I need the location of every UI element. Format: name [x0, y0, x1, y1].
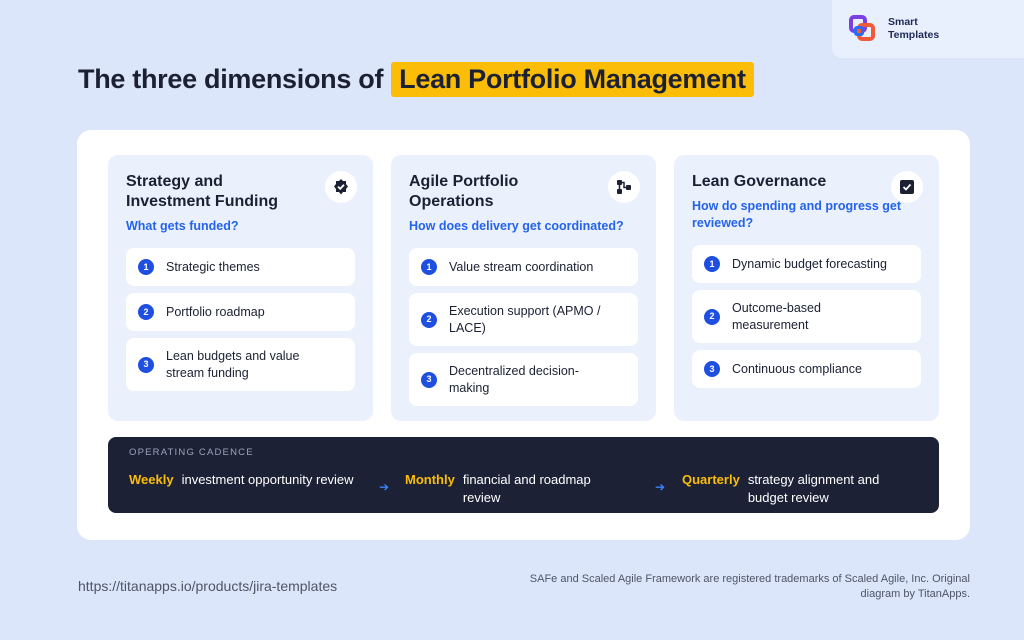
item-number: 2 — [704, 308, 720, 325]
column-title: Lean Governance — [692, 173, 827, 190]
column-agile-operations: Agile Portfolio Operations How does deli… — [391, 155, 656, 421]
item-list: 1 Dynamic budget forecasting 2 Outcome-b… — [692, 245, 921, 395]
cadence-label: OPERATING CADENCE — [129, 447, 254, 458]
item-text: Outcome-based measurement — [732, 300, 821, 332]
footer-url: https://titanapps.io/products/jira-templ… — [78, 578, 338, 594]
diagram-card: Strategy and Investment Funding What get… — [77, 130, 970, 540]
column-question: How do spending and progress get reviewe… — [692, 199, 902, 230]
item-text: Continuous compliance — [732, 361, 862, 376]
item-text: Execution support (APMO / LACE) — [449, 303, 601, 335]
list-item: 3 Decentralized decision-making — [409, 353, 638, 406]
title-highlight: Lean Portfolio Management — [391, 61, 754, 97]
column-lean-governance: Lean Governance How do spending and prog… — [674, 155, 939, 421]
column-title: Agile Portfolio Operations — [409, 173, 519, 210]
item-number: 3 — [704, 361, 720, 377]
page-title: The three dimensions of Lean Portfolio M… — [78, 60, 754, 98]
list-item: 1 Value stream coordination — [409, 248, 638, 286]
list-item: 2 Execution support (APMO / LACE) — [409, 293, 638, 346]
brand-name: Smart Templates — [888, 16, 939, 42]
item-text: Portfolio roadmap — [166, 304, 265, 319]
item-text: Value stream coordination — [449, 259, 594, 274]
cadence-key: Quarterly — [682, 472, 740, 487]
title-prefix: The three dimensions of — [78, 63, 384, 94]
arrow-right-icon: ➔ — [655, 480, 666, 494]
list-item: 3 Lean budgets and value stream funding — [126, 338, 355, 391]
item-number: 3 — [138, 356, 154, 373]
cadence-step-quarterly: Quarterly strategy alignment and budget … — [682, 471, 918, 507]
brand-line-2: Templates — [888, 29, 940, 41]
list-item: 2 Portfolio roadmap — [126, 293, 355, 331]
cadence-key: Monthly — [405, 472, 455, 487]
cadence-text: financial and roadmap review — [462, 472, 591, 505]
list-item: 2 Outcome-based measurement — [692, 290, 921, 343]
item-list: 1 Value stream coordination 2 Execution … — [409, 248, 638, 413]
cadence-step-monthly: Monthly financial and roadmap review — [405, 471, 593, 507]
cadence-key: Weekly — [129, 472, 174, 487]
item-number: 1 — [421, 259, 437, 275]
cadence-text: investment opportunity review — [181, 472, 354, 487]
item-number: 2 — [421, 311, 437, 328]
list-item: 3 Continuous compliance — [692, 350, 921, 388]
operating-cadence-bar: OPERATING CADENCE Weekly investment oppo… — [108, 437, 939, 513]
item-text: Strategic themes — [166, 259, 260, 274]
cadence-step-weekly: Weekly investment opportunity review — [129, 471, 357, 489]
item-number: 1 — [138, 259, 154, 275]
brand-line-1: Smart — [888, 16, 918, 28]
item-text: Lean budgets and value stream funding — [166, 348, 300, 380]
item-text: Decentralized decision-making — [449, 363, 579, 395]
verified-badge-icon — [325, 171, 357, 203]
footer-trademark-note: SAFe and Scaled Agile Framework are regi… — [529, 573, 970, 600]
checkbox-icon — [891, 171, 923, 203]
list-item: 1 Strategic themes — [126, 248, 355, 286]
item-text: Dynamic budget forecasting — [732, 256, 887, 271]
item-list: 1 Strategic themes 2 Portfolio roadmap 3… — [126, 248, 355, 398]
column-question: What gets funded? — [126, 219, 239, 233]
column-strategy-funding: Strategy and Investment Funding What get… — [108, 155, 373, 421]
cadence-text: strategy alignment and budget review — [747, 472, 880, 505]
flow-diagram-icon — [608, 171, 640, 203]
column-question: How does delivery get coordinated? — [409, 219, 624, 233]
item-number: 2 — [138, 304, 154, 320]
item-number: 3 — [421, 371, 437, 388]
smart-templates-logo-icon — [848, 14, 878, 44]
arrow-right-icon: ➔ — [379, 480, 390, 494]
item-number: 1 — [704, 256, 720, 272]
brand-badge: Smart Templates — [832, 0, 1024, 58]
column-title: Strategy and Investment Funding — [126, 173, 278, 210]
list-item: 1 Dynamic budget forecasting — [692, 245, 921, 283]
